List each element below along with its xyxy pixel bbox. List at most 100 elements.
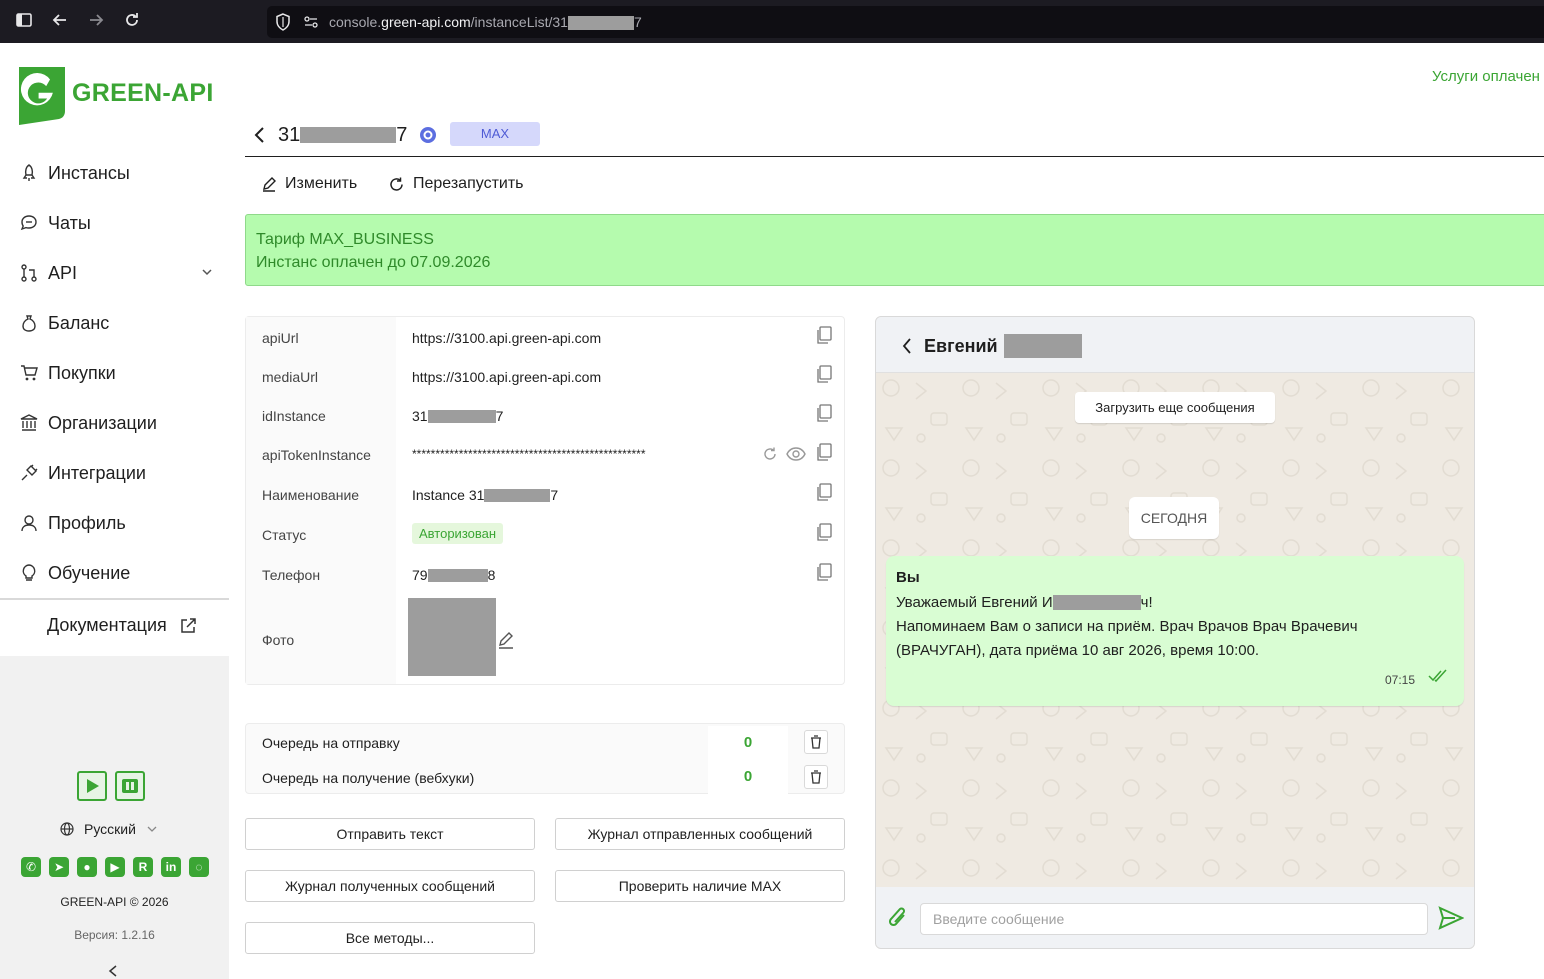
sidebar-item-organizations[interactable]: Организации xyxy=(0,403,229,443)
profile-photo xyxy=(408,598,496,676)
linkedin-icon[interactable]: in xyxy=(161,857,181,877)
copy-icon[interactable] xyxy=(816,443,832,461)
regenerate-icon[interactable] xyxy=(762,446,778,462)
copy-icon[interactable] xyxy=(816,326,832,344)
all-methods-button[interactable]: Все методы... xyxy=(245,922,535,954)
logo-text: GREEN-API xyxy=(72,79,214,107)
sidebar: GREEN-API Инстансы Чаты API Баланс Покуп… xyxy=(0,43,229,979)
browser-toolbar: console.green-api.com/instanceList/31 7 xyxy=(0,0,1544,43)
whatsapp-icon[interactable]: ✆ xyxy=(21,857,41,877)
eye-icon[interactable] xyxy=(786,446,806,462)
language-label: Русский xyxy=(84,821,136,837)
chevron-down-icon xyxy=(147,826,157,832)
sidebar-item-integrations[interactable]: Интеграции xyxy=(0,453,229,493)
send-icon[interactable] xyxy=(1438,906,1464,930)
restart-label: Перезапустить xyxy=(413,175,524,192)
message-line: (ВРАЧУГАН), дата приёма 10 авг 2026, вре… xyxy=(896,642,1260,659)
edit-photo-icon[interactable] xyxy=(497,631,515,649)
redacted-block xyxy=(427,409,496,423)
youtube-icon[interactable]: ▶ xyxy=(105,857,125,877)
back-arrow-icon[interactable] xyxy=(49,11,71,33)
sidebar-item-learning[interactable]: Обучение xyxy=(0,553,229,593)
address-bar[interactable]: console.green-api.com/instanceList/31 7 xyxy=(267,6,1544,38)
info-key: Наименование xyxy=(262,487,360,503)
id-prefix: 31 xyxy=(412,408,428,424)
sidebar-item-documentation[interactable]: Документация xyxy=(47,615,197,636)
chevron-down-icon[interactable] xyxy=(201,266,213,278)
sidebar-divider xyxy=(0,598,229,600)
app-gallery-icon[interactable] xyxy=(115,771,145,801)
paperclip-icon[interactable] xyxy=(886,905,910,931)
sidebar-item-label: Чаты xyxy=(48,212,91,233)
restart-icon xyxy=(390,177,403,191)
clear-receive-queue-button[interactable] xyxy=(804,765,828,789)
chat-header: Евгений xyxy=(876,317,1474,373)
back-chevron-icon[interactable] xyxy=(900,337,914,355)
redacted-block xyxy=(567,16,634,31)
redacted-block xyxy=(1052,595,1141,610)
info-value: 31 7 xyxy=(412,408,503,424)
sidebar-item-label: Баланс xyxy=(48,312,110,333)
url-text[interactable]: console.green-api.com/instanceList/31 7 xyxy=(329,14,642,31)
title-divider xyxy=(245,156,1544,157)
rutube-icon[interactable]: R xyxy=(133,857,153,877)
language-selector[interactable]: Русский xyxy=(60,821,158,837)
send-text-button[interactable]: Отправить текст xyxy=(245,818,535,850)
received-log-button[interactable]: Журнал полученных сообщений xyxy=(245,870,535,902)
back-chevron-icon[interactable] xyxy=(252,126,266,144)
chat-icon xyxy=(20,215,37,231)
info-value: Instance 31 7 xyxy=(412,487,558,503)
copy-icon[interactable] xyxy=(816,365,832,383)
check-max-button[interactable]: Проверить наличие MAX xyxy=(555,870,845,902)
pencil-icon xyxy=(263,177,276,192)
copy-icon[interactable] xyxy=(816,563,832,581)
google-play-icon[interactable] xyxy=(77,771,107,801)
sidebar-item-instances[interactable]: Инстансы xyxy=(0,153,229,193)
message-input[interactable] xyxy=(920,903,1428,935)
sidebar-item-profile[interactable]: Профиль xyxy=(0,503,229,543)
copy-icon[interactable] xyxy=(816,523,832,541)
github-icon[interactable]: ● xyxy=(77,857,97,877)
max-icon[interactable]: ◌ xyxy=(189,857,209,877)
info-value: https://3100.api.green-api.com xyxy=(412,330,602,346)
info-key: Телефон xyxy=(262,567,321,583)
sidebar-item-chats[interactable]: Чаты xyxy=(0,203,229,243)
url-host: green-api.com xyxy=(381,14,471,30)
reload-icon[interactable] xyxy=(121,11,143,33)
telegram-icon[interactable]: ➤ xyxy=(49,857,69,877)
shield-icon[interactable] xyxy=(275,13,291,31)
double-check-icon xyxy=(1428,669,1447,683)
sent-log-button[interactable]: Журнал отправленных сообщений xyxy=(555,818,845,850)
permissions-icon[interactable] xyxy=(303,14,319,30)
sidebar-item-purchases[interactable]: Покупки xyxy=(0,353,229,393)
sidebar-item-label: API xyxy=(48,262,78,283)
tariff-banner: Тариф MAX_BUSINESS Инстанс оплачен до 07… xyxy=(245,214,1544,286)
message-time: 07:15 xyxy=(1385,673,1416,687)
edit-button[interactable]: Изменить xyxy=(261,175,357,193)
instance-title: 31 7 xyxy=(252,120,437,150)
info-key: apiTokenInstance xyxy=(262,447,371,463)
collapse-sidebar-icon[interactable] xyxy=(107,964,119,979)
sidebar-item-label: Покупки xyxy=(48,362,116,383)
chat-contact-name: Евгений xyxy=(924,334,1082,358)
info-value: 79 8 xyxy=(412,567,495,583)
version: Версия: 1.2.16 xyxy=(74,928,155,942)
forward-arrow-icon[interactable] xyxy=(85,11,107,33)
docs-label: Документация xyxy=(47,615,167,635)
restart-button[interactable]: Перезапустить xyxy=(388,175,524,193)
clear-send-queue-button[interactable] xyxy=(804,730,828,754)
redacted-block xyxy=(300,127,397,143)
sidebar-item-api[interactable]: API xyxy=(0,253,229,293)
load-more-button[interactable]: Загрузить еще сообщения xyxy=(1075,392,1275,423)
cart-icon xyxy=(21,365,38,381)
edit-label: Изменить xyxy=(285,175,358,192)
info-key: apiUrl xyxy=(262,330,299,346)
paid-status-link[interactable]: Услуги оплачен xyxy=(1432,68,1540,85)
sidebar-item-label: Профиль xyxy=(48,512,126,533)
rocket-icon xyxy=(22,164,36,181)
url-path-end: 7 xyxy=(633,14,642,30)
copy-icon[interactable] xyxy=(816,483,832,501)
copy-icon[interactable] xyxy=(816,404,832,422)
sidebar-toggle-icon[interactable] xyxy=(13,11,35,33)
sidebar-item-balance[interactable]: Баланс xyxy=(0,303,229,343)
